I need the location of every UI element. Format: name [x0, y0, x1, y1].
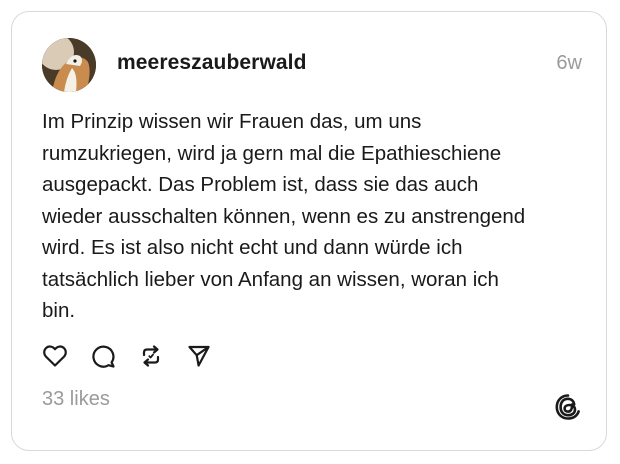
heart-icon — [43, 345, 67, 367]
share-button[interactable] — [185, 342, 213, 370]
avatar[interactable] — [42, 38, 96, 92]
likes-count[interactable]: 33 likes — [42, 388, 110, 411]
post-timestamp: 6w — [556, 52, 582, 74]
post-text: Im Prinzip wissen wir Frauen das, um uns… — [42, 110, 526, 322]
like-button[interactable] — [41, 342, 69, 370]
comment-icon — [92, 345, 115, 368]
post-card: meereszauberwald 6w Im Prinzip wissen wi… — [11, 11, 607, 451]
comment-button[interactable] — [89, 342, 117, 370]
post-actions — [41, 342, 233, 370]
threads-logo-icon[interactable] — [553, 392, 583, 422]
username[interactable]: meereszauberwald — [117, 51, 307, 75]
repost-button[interactable] — [137, 342, 165, 370]
share-icon — [188, 345, 210, 367]
avatar-image — [42, 38, 96, 92]
repost-icon — [142, 345, 160, 367]
